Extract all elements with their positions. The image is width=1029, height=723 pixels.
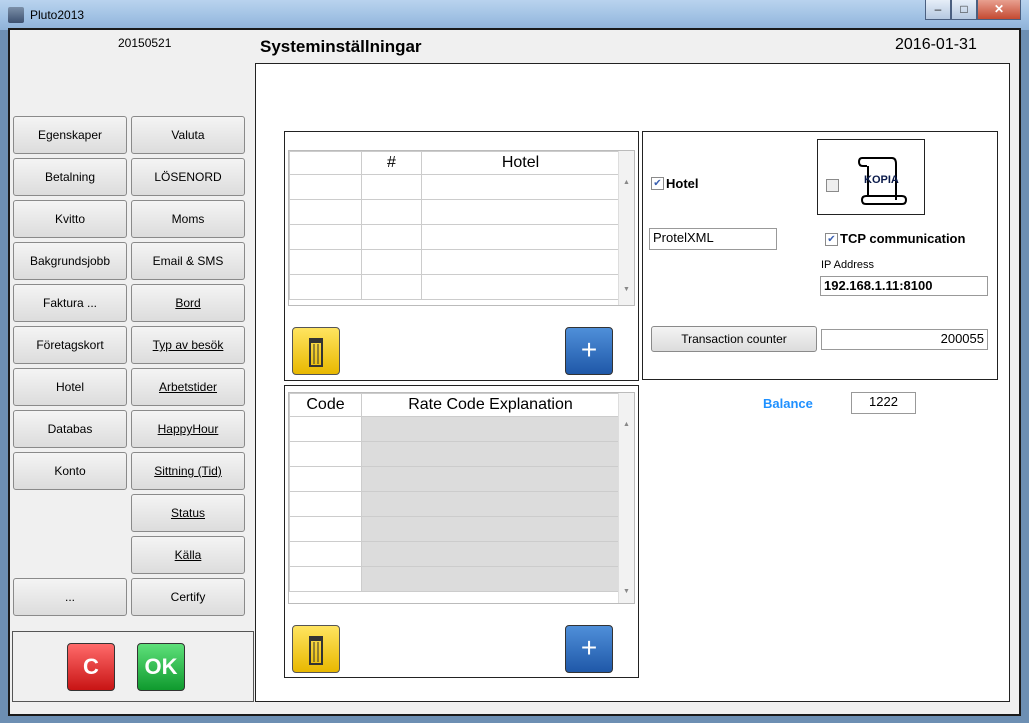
trash-icon — [309, 338, 323, 367]
nav-button-label: Bord — [175, 296, 201, 310]
column-header: Rate Code Explanation — [361, 393, 620, 417]
add-hotel-button[interactable]: + — [565, 327, 613, 375]
nav-button[interactable]: Databas — [13, 410, 127, 448]
nav-button[interactable]: Hotel — [13, 368, 127, 406]
kopia-box[interactable]: KOPIA — [817, 139, 925, 215]
app-icon — [8, 7, 24, 23]
nav-button[interactable]: Egenskaper — [13, 116, 127, 154]
column-header: Hotel — [421, 151, 620, 175]
nav-button[interactable]: HappyHour — [131, 410, 245, 448]
cancel-button[interactable]: C — [67, 643, 115, 691]
add-rate-button[interactable]: + — [565, 625, 613, 673]
table-row[interactable] — [289, 491, 620, 517]
kopia-label: KOPIA — [864, 174, 899, 186]
scrollbar[interactable]: ▲ ▼ — [618, 151, 634, 305]
balance-label: Balance — [763, 396, 813, 411]
nav-button[interactable]: Valuta — [131, 116, 245, 154]
nav-button[interactable]: Certify — [131, 578, 245, 616]
nav-button[interactable]: Konto — [13, 452, 127, 490]
nav-button[interactable]: Bord — [131, 284, 245, 322]
kopia-checkbox[interactable] — [826, 179, 839, 192]
nav-button-label: Certify — [170, 590, 206, 604]
table-row[interactable] — [289, 174, 620, 200]
nav-button[interactable]: Betalning — [13, 158, 127, 196]
nav-button-label: Källa — [174, 548, 202, 562]
table-row[interactable] — [289, 199, 620, 225]
nav-button-label: Moms — [171, 212, 205, 226]
tcp-checkbox[interactable]: ✔ — [825, 233, 838, 246]
scrollbar[interactable]: ▲ ▼ — [618, 393, 634, 603]
table-row[interactable] — [289, 249, 620, 275]
page-date: 2016-01-31 — [895, 36, 977, 53]
nav-button-label: Valuta — [171, 128, 205, 142]
nav-button[interactable]: Faktura ... — [13, 284, 127, 322]
more-button[interactable]: ... — [13, 578, 127, 616]
table-row[interactable] — [289, 274, 620, 300]
nav-button[interactable]: Sittning (Tid) — [131, 452, 245, 490]
delete-rate-button[interactable] — [292, 625, 340, 673]
table-row[interactable] — [289, 541, 620, 567]
minimize-button[interactable]: – — [925, 0, 951, 20]
nav-button[interactable]: Moms — [131, 200, 245, 238]
close-button[interactable]: ✕ — [977, 0, 1021, 20]
nav-button-label: Email & SMS — [152, 254, 224, 268]
nav-button[interactable]: LÖSENORD — [131, 158, 245, 196]
nav-button[interactable]: Arbetstider — [131, 368, 245, 406]
table-row[interactable] — [289, 516, 620, 542]
interface-field[interactable]: ProtelXML — [649, 228, 777, 250]
table-row[interactable] — [289, 566, 620, 592]
nav-button-label: Typ av besök — [152, 338, 224, 352]
delete-hotel-button[interactable] — [292, 327, 340, 375]
hotel-label: Hotel — [666, 176, 699, 191]
nav-button[interactable]: Källa — [131, 536, 245, 574]
column-header — [289, 151, 362, 175]
version-label: 20150521 — [118, 36, 172, 50]
ok-button[interactable]: OK — [137, 643, 185, 691]
nav-button-label: LÖSENORD — [154, 170, 222, 184]
column-header: # — [361, 151, 422, 175]
table-row[interactable] — [289, 416, 620, 442]
rate-code-table[interactable]: Code Rate Code Explanation ▲ ▼ — [288, 392, 635, 604]
table-row[interactable] — [289, 466, 620, 492]
hotel-checkbox[interactable]: ✔ — [651, 177, 664, 190]
maximize-button[interactable]: □ — [951, 0, 977, 20]
hotel-table[interactable]: # Hotel ▲ ▼ — [288, 150, 635, 306]
table-row[interactable] — [289, 441, 620, 467]
title-bar — [0, 0, 1029, 30]
nav-button[interactable]: Bakgrundsjobb — [13, 242, 127, 280]
action-panel — [12, 631, 254, 702]
tcp-label: TCP communication — [840, 231, 966, 246]
nav-button[interactable]: Typ av besök — [131, 326, 245, 364]
nav-button-label: Arbetstider — [158, 380, 218, 394]
window-title: Pluto2013 — [30, 8, 85, 22]
nav-button[interactable]: Status — [131, 494, 245, 532]
nav-button[interactable]: Kvitto — [13, 200, 127, 238]
nav-button-label: Sittning (Tid) — [154, 464, 222, 478]
nav-button[interactable]: Företagskort — [13, 326, 127, 364]
transaction-counter-button[interactable]: Transaction counter — [651, 326, 817, 352]
transaction-counter-field[interactable]: 200055 — [821, 329, 988, 350]
nav-button-label: HappyHour — [157, 422, 219, 436]
ip-address-label: IP Address — [821, 259, 874, 271]
column-header: Code — [289, 393, 362, 417]
table-row[interactable] — [289, 224, 620, 250]
balance-field[interactable]: 1222 — [851, 392, 916, 414]
page-title: Systeminställningar — [260, 37, 422, 56]
ip-address-field[interactable]: 192.168.1.11:8100 — [820, 276, 988, 296]
nav-button[interactable]: Email & SMS — [131, 242, 245, 280]
trash-icon — [309, 636, 323, 665]
nav-button-label: Status — [170, 506, 206, 520]
